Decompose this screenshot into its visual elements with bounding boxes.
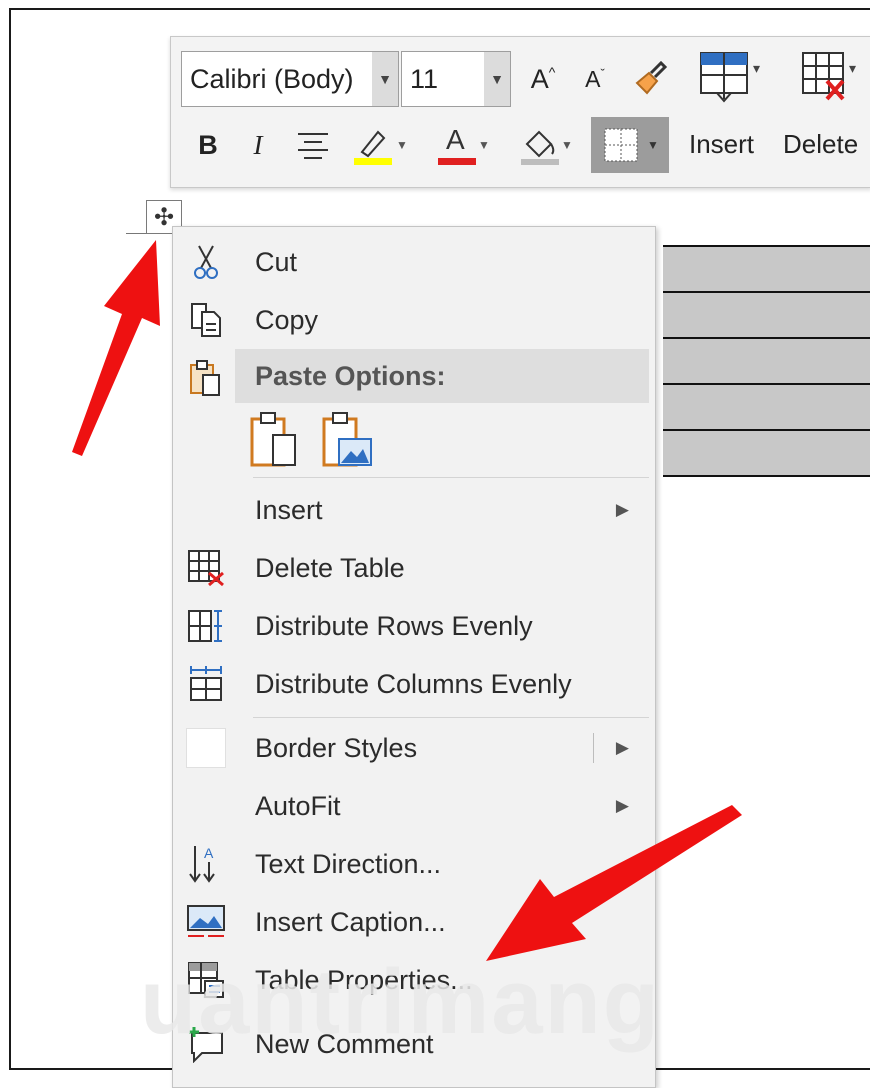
mini-toolbar: Calibri (Body) ▼ 11 ▼ A ^ Aˇ ▾ ▾ B I ▼ A… xyxy=(170,36,870,188)
split-separator xyxy=(593,733,594,763)
chevron-down-icon[interactable]: ▼ xyxy=(478,138,490,152)
highlight-color-button[interactable]: ▼ xyxy=(347,123,413,167)
menu-label: Paste Options: xyxy=(255,360,446,391)
borders-icon xyxy=(604,128,638,162)
chevron-down-icon[interactable]: ▼ xyxy=(647,138,659,152)
font-name-value: Calibri (Body) xyxy=(190,63,354,94)
shrink-font-button[interactable]: Aˇ xyxy=(575,59,615,99)
menu-label: Copy xyxy=(255,304,319,335)
table-row[interactable] xyxy=(663,291,870,337)
menu-label: Text Direction... xyxy=(255,848,442,879)
table-row[interactable] xyxy=(663,245,870,291)
borders-button[interactable]: ▼ xyxy=(591,117,669,173)
chevron-down-icon[interactable]: ▼ xyxy=(484,52,510,106)
insert-table-button[interactable]: ▾ xyxy=(691,47,767,107)
menu-label: AutoFit xyxy=(255,790,341,821)
shrink-font-icon: A xyxy=(585,65,601,92)
menu-label: New Comment xyxy=(255,1028,434,1059)
table-row[interactable] xyxy=(663,337,870,383)
menu-separator xyxy=(253,717,649,718)
paste-icon xyxy=(185,357,227,399)
menu-label: Table Properties... xyxy=(255,964,473,995)
menu-item-copy[interactable]: Copy xyxy=(173,291,655,349)
delete-table-icon: ▾ xyxy=(802,52,856,101)
submenu-arrow-icon: ▶ xyxy=(615,500,629,519)
grow-font-button[interactable]: A ^ xyxy=(523,59,563,99)
font-color-letter: A xyxy=(446,124,465,155)
menu-item-delete-table[interactable]: Delete Table xyxy=(173,539,655,597)
menu-item-table-properties[interactable]: Table Properties... xyxy=(173,951,655,1009)
menu-item-insert-caption[interactable]: Insert Caption... xyxy=(173,893,655,951)
chevron-down-icon[interactable]: ▼ xyxy=(561,138,573,152)
context-menu: Cut Copy Paste Options: Insert ▶ Delete … xyxy=(172,226,656,1088)
menu-label: Border Styles xyxy=(255,732,418,763)
menu-label: Cut xyxy=(255,246,298,277)
align-center-icon xyxy=(298,133,328,159)
table-row[interactable] xyxy=(663,429,870,477)
paste-keep-source-button[interactable] xyxy=(249,411,299,469)
font-size-combo[interactable]: 11 ▼ xyxy=(401,51,511,107)
menu-item-distribute-columns[interactable]: Distribute Columns Evenly xyxy=(173,655,655,713)
font-size-value: 11 xyxy=(410,63,439,94)
menu-item-insert[interactable]: Insert ▶ xyxy=(173,481,655,539)
delete-table-icon xyxy=(185,547,227,589)
insert-rows-icon: ▾ xyxy=(700,52,760,103)
distribute-columns-icon xyxy=(185,663,227,705)
text-direction-icon: A xyxy=(185,843,227,885)
menu-item-distribute-rows[interactable]: Distribute Rows Evenly xyxy=(173,597,655,655)
submenu-arrow-icon[interactable]: ▶ xyxy=(616,738,629,758)
menu-item-new-comment[interactable]: New Comment xyxy=(173,1015,655,1073)
center-align-button[interactable] xyxy=(293,125,333,165)
menu-item-autofit[interactable]: AutoFit ▶ xyxy=(173,777,655,835)
scissors-icon xyxy=(185,241,227,283)
font-color-button[interactable]: A ▼ xyxy=(431,123,497,167)
menu-label: Insert Caption... xyxy=(255,906,446,937)
paste-picture-button[interactable] xyxy=(321,411,375,469)
table-row[interactable] xyxy=(663,383,870,429)
font-name-combo[interactable]: Calibri (Body) ▼ xyxy=(181,51,399,107)
menu-item-text-direction[interactable]: A Text Direction... xyxy=(173,835,655,893)
format-painter-icon xyxy=(635,60,668,95)
menu-label: Distribute Rows Evenly xyxy=(255,610,533,641)
format-painter-button[interactable] xyxy=(627,57,671,101)
svg-text:A: A xyxy=(204,845,214,861)
menu-label: Distribute Columns Evenly xyxy=(255,668,572,699)
paste-options-header: Paste Options: xyxy=(235,349,649,403)
italic-button[interactable]: I xyxy=(241,123,275,167)
chevron-down-icon[interactable]: ▼ xyxy=(372,52,398,106)
menu-label: Delete Table xyxy=(255,552,405,583)
copy-icon xyxy=(185,299,227,341)
menu-item-border-styles[interactable]: Border Styles ▶ xyxy=(173,719,655,777)
grow-font-icon: A xyxy=(530,63,549,94)
svg-text:▾: ▾ xyxy=(849,60,856,76)
shading-button[interactable]: ▼ xyxy=(513,123,579,167)
paint-bucket-icon xyxy=(521,130,560,165)
font-color-icon: A xyxy=(438,124,478,166)
menu-separator xyxy=(253,477,649,478)
new-comment-icon xyxy=(185,1023,227,1065)
document-table[interactable] xyxy=(663,245,870,477)
bold-button[interactable]: B xyxy=(191,123,225,167)
distribute-rows-icon xyxy=(185,605,227,647)
highlighter-icon xyxy=(354,130,393,165)
chevron-down-icon[interactable]: ▼ xyxy=(396,138,408,152)
insert-caption-icon xyxy=(185,901,227,943)
table-properties-icon xyxy=(185,959,227,1001)
paste-keep-text-icon xyxy=(250,412,296,467)
insert-label[interactable]: Insert xyxy=(689,129,754,160)
paste-picture-icon xyxy=(322,412,372,467)
menu-item-cut[interactable]: Cut xyxy=(173,233,655,291)
delete-label[interactable]: Delete xyxy=(783,129,858,160)
delete-table-button[interactable]: ▾ xyxy=(791,47,867,107)
border-styles-swatch-icon xyxy=(185,727,227,769)
menu-label: Insert xyxy=(255,494,323,525)
submenu-arrow-icon: ▶ xyxy=(615,796,629,815)
svg-text:▾: ▾ xyxy=(753,60,760,76)
